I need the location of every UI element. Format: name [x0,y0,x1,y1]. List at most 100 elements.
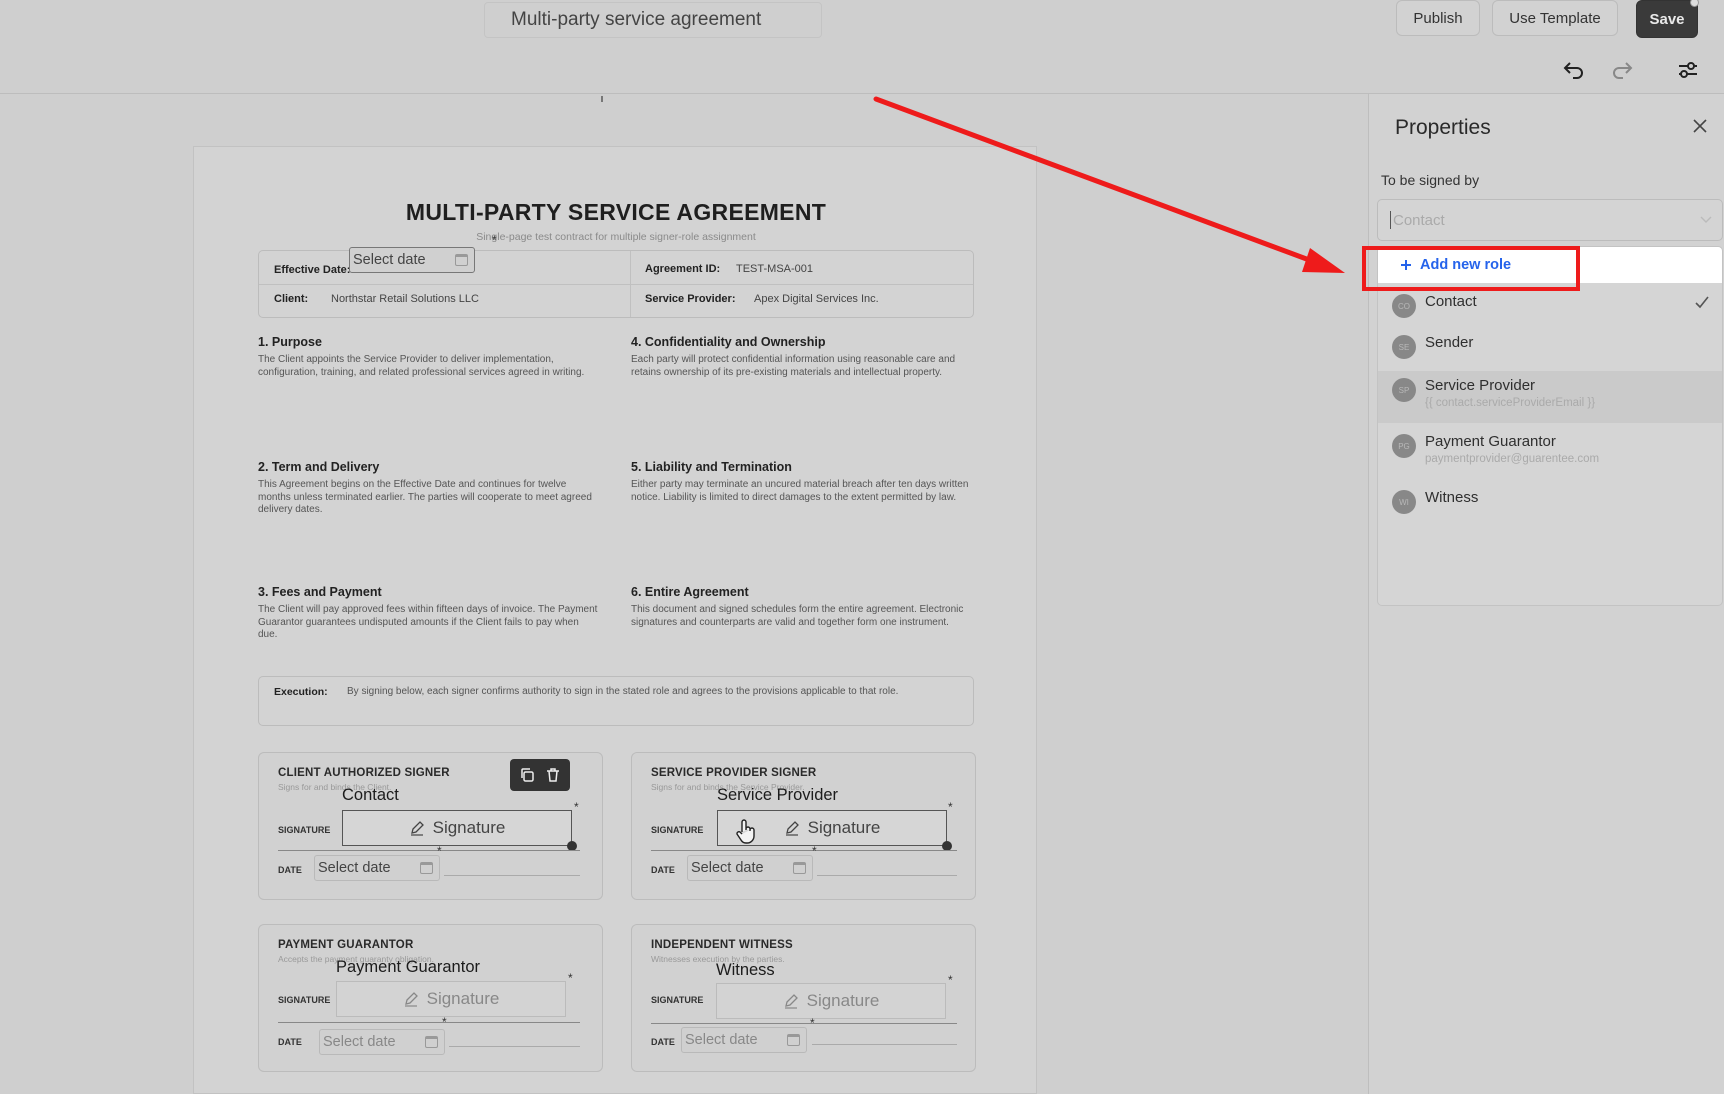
role-email: {{ contact.serviceProviderEmail }} [1425,397,1596,409]
undo-icon[interactable] [1560,56,1588,84]
redo-icon[interactable] [1608,56,1636,84]
pen-icon [784,994,798,1009]
role-dropdown: Add new role CO Contact SE Sender SP Ser… [1377,246,1723,606]
role-option-sender[interactable]: SE Sender [1378,330,1722,366]
calendar-icon [793,862,806,874]
date-placeholder: Select date [318,860,391,876]
role-email: paymentprovider@guarentee.com [1425,453,1600,465]
calendar-icon [425,1036,438,1048]
assigned-role-label: Payment Guarantor [336,958,480,976]
role-option-contact[interactable]: CO Contact [1378,289,1722,325]
signature-label: SIGNATURE [278,995,331,1005]
use-template-button[interactable]: Use Template [1492,0,1618,36]
signature-label: SIGNATURE [651,995,704,1005]
document-heading: MULTI-PARTY SERVICE AGREEMENT [405,199,827,225]
section-entire-agreement: 6. Entire Agreement This document and si… [631,585,971,629]
date-placeholder: Select date [323,1034,396,1050]
calendar-icon [420,862,433,874]
signature-label: SIGNATURE [651,825,704,835]
card-title: INDEPENDENT WITNESS [651,939,793,951]
date-field[interactable]: Select date [681,1027,807,1053]
section-body: The Client will pay approved fees within… [258,604,598,640]
execution-text: By signing below, each signer confirms a… [347,686,899,697]
payment-guarantor-card[interactable]: PAYMENT GUARANTOR Accepts the payment gu… [258,924,603,1072]
provider-label: Service Provider: [645,293,736,305]
date-field[interactable]: Select date [314,855,440,881]
signature-label: SIGNATURE [278,825,331,835]
agreement-id-value: TEST-MSA-001 [736,263,814,275]
client-label: Client: [274,293,309,305]
execution-box: Execution: By signing below, each signer… [258,676,974,726]
role-option-payment-guarantor[interactable]: PG Payment Guarantor paymentprovider@gua… [1378,427,1722,479]
section-title: 3. Fees and Payment [258,585,382,599]
required-marker: * [568,971,573,985]
required-marker: * [810,1016,815,1030]
section-term: 2. Term and Delivery This Agreement begi… [258,460,598,517]
role-name: Service Provider [1425,377,1536,394]
pen-icon [785,821,799,836]
section-body: This document and signed schedules form … [631,604,964,628]
independent-witness-card[interactable]: INDEPENDENT WITNESS Witnesses execution … [631,924,976,1072]
section-title: 2. Term and Delivery [258,460,380,474]
settings-sliders-icon[interactable] [1674,56,1702,84]
signature-text: Signature [807,818,881,837]
avatar: SP [1392,378,1416,402]
service-provider-signer-card[interactable]: SERVICE PROVIDER SIGNER Signs for and bi… [631,752,976,900]
provider-value: Apex Digital Services Inc. [754,293,879,305]
date-field[interactable]: Select date [319,1029,445,1055]
required-marker: * [948,973,953,987]
assigned-role-label: Service Provider [717,786,839,804]
signed-by-label: To be signed by [1381,172,1480,188]
section-body: The Client appoints the Service Provider… [258,354,585,378]
signature-field[interactable]: Signature [342,810,572,846]
role-name: Witness [1425,489,1479,506]
section-liability: 5. Liability and Termination Either part… [631,460,971,504]
pen-icon [404,992,418,1007]
date-placeholder: Select date [691,860,764,876]
card-title: CLIENT AUTHORIZED SIGNER [278,767,450,779]
calendar-icon [455,254,468,266]
agreement-id-label: Agreement ID: [645,263,721,275]
document-title-input[interactable]: Multi-party service agreement [484,2,822,38]
trash-icon[interactable] [545,767,561,783]
copy-icon[interactable] [519,767,535,783]
section-body: Either party may terminate an uncured ma… [631,479,969,503]
signature-field[interactable]: Signature [716,983,946,1019]
role-name: Contact [1425,293,1477,310]
top-bar: Multi-party service agreement Publish Us… [0,0,1724,94]
effective-date-placeholder: Select date [353,252,426,268]
check-icon [1695,296,1709,309]
date-field[interactable]: Select date [687,855,813,881]
effective-date-label: Effective Date: [274,264,351,276]
document-page: MULTI-PARTY SERVICE AGREEMENT Single-pag… [193,146,1037,1094]
signature-field[interactable]: Signature [336,981,566,1017]
avatar: SE [1392,335,1416,359]
role-name: Sender [1425,334,1474,351]
role-name: Payment Guarantor [1425,433,1556,450]
document-subheading: Single-page test contract for multiple s… [476,231,756,243]
effective-date-field[interactable]: Select date [349,247,475,273]
signature-text: Signature [432,818,506,837]
close-icon[interactable] [1688,114,1712,138]
save-button[interactable]: Save [1636,0,1698,38]
section-title: 1. Purpose [258,335,322,349]
card-title: PAYMENT GUARANTOR [278,939,414,951]
role-option-service-provider[interactable]: SP Service Provider {{ contact.servicePr… [1378,371,1722,423]
calendar-icon [787,1034,800,1046]
annotation-highlight-box [1362,246,1580,291]
properties-panel: Properties To be signed by Contact Add n… [1368,94,1724,1094]
hand-cursor-icon [736,819,755,844]
section-confidentiality: 4. Confidentiality and Ownership Each pa… [631,335,971,379]
signer-role-placeholder: Contact [1393,211,1445,229]
publish-button[interactable]: Publish [1396,0,1480,36]
date-label: DATE [278,1037,302,1047]
section-title: 5. Liability and Termination [631,460,792,474]
signature-text: Signature [806,991,880,1010]
assigned-role-label: Witness [716,961,775,979]
role-option-witness[interactable]: WI Witness [1378,485,1722,521]
execution-label: Execution: [274,686,328,698]
required-marker: * [948,800,953,814]
signer-role-select[interactable]: Contact [1377,199,1723,241]
avatar: PG [1392,434,1416,458]
assigned-role-label: Contact [342,786,399,804]
